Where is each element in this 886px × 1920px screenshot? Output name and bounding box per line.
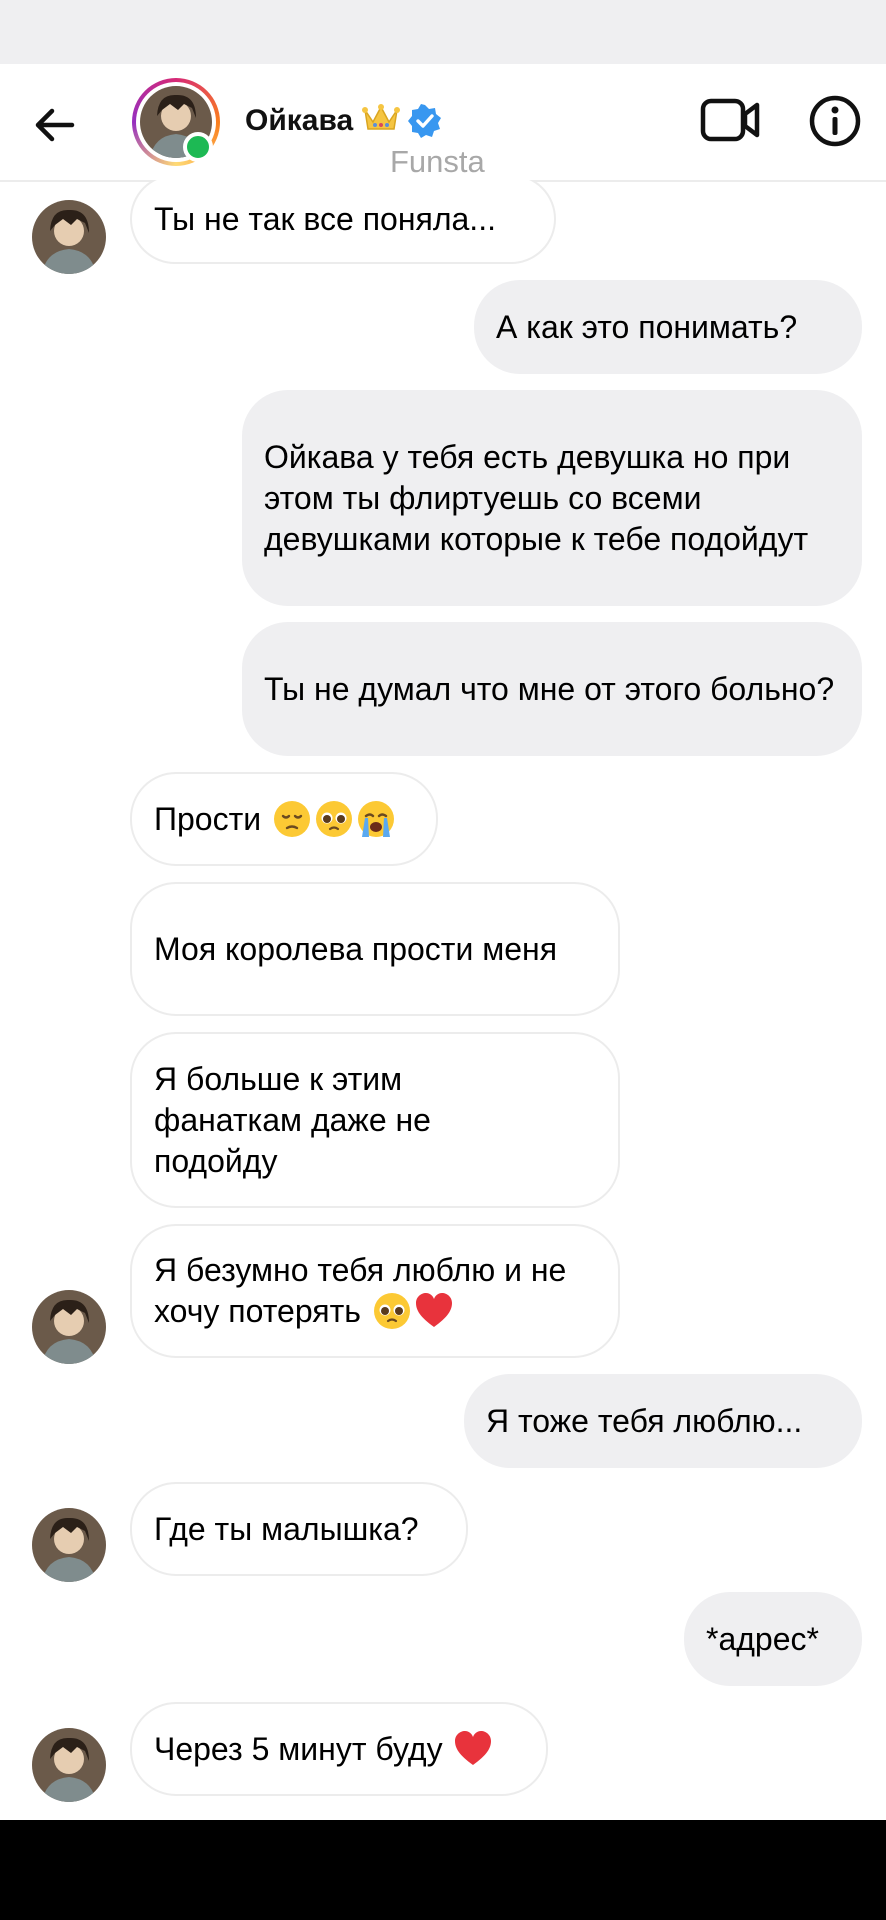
message-bubble[interactable]: Ойкава у тебя есть девушка но при этом т… xyxy=(242,390,862,606)
message-text: Ты не так все поняла... xyxy=(154,200,496,237)
sender-avatar[interactable] xyxy=(32,1728,106,1802)
pensive-face-icon xyxy=(274,800,311,837)
crying-face-icon xyxy=(358,800,395,837)
message-bubble[interactable]: Прости xyxy=(130,772,438,866)
message-bubble[interactable]: Ты не так все поняла... xyxy=(130,180,556,264)
sender-avatar[interactable] xyxy=(32,1290,106,1364)
crown-icon xyxy=(362,104,400,130)
info-icon[interactable] xyxy=(808,94,862,148)
message-bubble[interactable]: Через 5 минут буду xyxy=(130,1702,548,1796)
pleading-face-icon xyxy=(373,1293,410,1329)
message-thread[interactable]: Ты не так все поняла... А как это понима… xyxy=(0,180,886,1820)
message-bubble[interactable]: Я больше к этим фанаткам даже не подойду xyxy=(130,1032,620,1208)
back-arrow-icon[interactable] xyxy=(30,100,80,150)
message-text: Моя королева прости меня xyxy=(154,930,558,967)
message-bubble[interactable]: Ты не думал что мне от этого больно? xyxy=(242,622,862,756)
message-text: Прости xyxy=(154,799,396,840)
message-text: Ойкава у тебя есть девушка но при этом т… xyxy=(264,438,809,557)
system-navigation-bar xyxy=(0,1820,886,1920)
pleading-face-icon xyxy=(316,800,353,837)
message-bubble[interactable]: *адрес* xyxy=(684,1592,862,1686)
online-status-indicator xyxy=(183,132,213,162)
message-bubble[interactable]: А как это понимать? xyxy=(474,280,862,374)
message-bubble[interactable]: Где ты малышка? xyxy=(130,1482,468,1576)
message-text: Я тоже тебя люблю... xyxy=(486,1402,803,1439)
message-text: Я безумно тебя люблю и не хочу потерять xyxy=(154,1252,567,1329)
message-text: *адрес* xyxy=(706,1620,819,1657)
video-camera-icon[interactable] xyxy=(700,94,760,146)
message-text: Я больше к этим фанаткам даже не подойду xyxy=(154,1060,431,1179)
message-bubble[interactable]: Моя королева прости меня xyxy=(130,882,620,1016)
message-bubble[interactable]: Я тоже тебя люблю... xyxy=(464,1374,862,1468)
sender-avatar[interactable] xyxy=(32,1508,106,1582)
account-subtitle: Funsta xyxy=(390,144,485,179)
status-bar xyxy=(0,0,886,64)
red-heart-icon xyxy=(415,1293,452,1327)
message-text: Где ты малышка? xyxy=(154,1510,419,1547)
verified-badge-icon xyxy=(408,104,441,138)
red-heart-icon xyxy=(455,1730,492,1765)
message-text: Через 5 минут буду xyxy=(154,1729,493,1770)
message-text: Ты не думал что мне от этого больно? xyxy=(264,670,835,707)
chat-header: Ойкава Funsta xyxy=(0,64,886,182)
sender-avatar[interactable] xyxy=(32,200,106,274)
contact-name[interactable]: Ойкава xyxy=(245,104,353,138)
message-bubble[interactable]: Я безумно тебя люблю и не хочу потерять xyxy=(130,1224,620,1358)
message-text: А как это понимать? xyxy=(496,308,798,345)
